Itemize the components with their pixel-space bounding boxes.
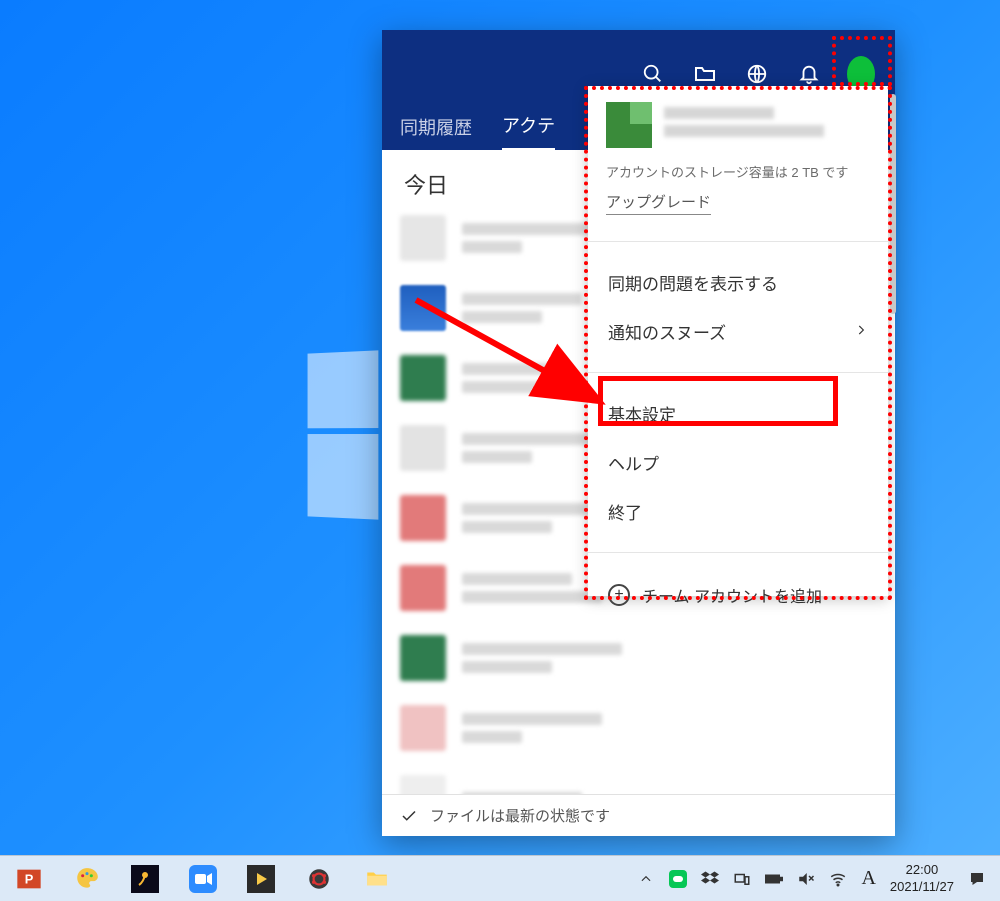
tray-ime-indicator[interactable]: A: [861, 870, 875, 888]
taskbar-app-icon[interactable]: [130, 864, 160, 894]
avatar[interactable]: [847, 60, 875, 88]
taskbar-file-explorer-icon[interactable]: [362, 864, 392, 894]
menu-preferences[interactable]: 基本設定: [588, 389, 888, 438]
check-icon: [400, 807, 418, 825]
tray-dropbox-icon[interactable]: [701, 870, 719, 888]
menu-help[interactable]: ヘルプ: [588, 438, 888, 487]
menu-label: 同期の問題を表示する: [608, 270, 778, 295]
tray-line-icon[interactable]: [669, 870, 687, 888]
chevron-right-icon: [854, 322, 868, 342]
menu-add-team-account[interactable]: + チーム アカウントを追加: [588, 569, 888, 621]
taskbar-zoom-icon[interactable]: [188, 864, 218, 894]
menu-quit[interactable]: 終了: [588, 487, 888, 536]
taskbar-time: 22:00: [890, 862, 954, 878]
upgrade-link[interactable]: アップグレード: [606, 191, 711, 215]
taskbar-powerpoint-icon[interactable]: P: [14, 864, 44, 894]
tray-action-center-icon[interactable]: [968, 870, 986, 888]
account-storage-text: アカウントのストレージ容量は 2 TB です: [606, 162, 870, 181]
globe-icon[interactable]: [743, 60, 771, 88]
account-menu: アカウントのストレージ容量は 2 TB です アップグレード 同期の問題を表示す…: [588, 86, 888, 596]
menu-snooze-notifications[interactable]: 通知のスヌーズ: [588, 307, 888, 356]
taskbar-date: 2021/11/27: [890, 879, 954, 895]
taskbar: P A 22:00 2021/11/27: [0, 855, 1000, 901]
taskbar-paint-icon[interactable]: [72, 864, 102, 894]
menu-label: 終了: [608, 499, 642, 524]
bell-icon[interactable]: [795, 60, 823, 88]
menu-label: 基本設定: [608, 401, 676, 426]
user-avatar-square: [606, 102, 652, 148]
tab-activity[interactable]: アクテ: [502, 112, 555, 150]
footer-status-text: ファイルは最新の状態です: [430, 805, 610, 826]
list-item[interactable]: [400, 770, 877, 794]
folder-icon[interactable]: [691, 60, 719, 88]
plus-circle-icon: +: [608, 584, 630, 606]
svg-text:P: P: [25, 871, 34, 886]
tray-volume-mute-icon[interactable]: [797, 870, 815, 888]
search-icon[interactable]: [639, 60, 667, 88]
taskbar-app2-icon[interactable]: [246, 864, 276, 894]
taskbar-clock[interactable]: 22:00 2021/11/27: [890, 862, 954, 895]
tray-chevron-up-icon[interactable]: [637, 870, 655, 888]
tray-battery-icon[interactable]: [765, 870, 783, 888]
taskbar-app3-icon[interactable]: [304, 864, 334, 894]
menu-label: 通知のスヌーズ: [608, 319, 726, 344]
account-user-row: [606, 102, 870, 148]
menu-label: チーム アカウントを追加: [642, 583, 822, 607]
list-item[interactable]: [400, 700, 877, 756]
list-item[interactable]: [400, 630, 877, 686]
tray-wifi-icon[interactable]: [829, 870, 847, 888]
dropbox-footer: ファイルは最新の状態です: [382, 794, 895, 836]
menu-label: ヘルプ: [608, 450, 659, 475]
tray-device-icon[interactable]: [733, 870, 751, 888]
menu-show-sync-issues[interactable]: 同期の問題を表示する: [588, 258, 888, 307]
tab-sync-history[interactable]: 同期履歴: [400, 114, 472, 150]
